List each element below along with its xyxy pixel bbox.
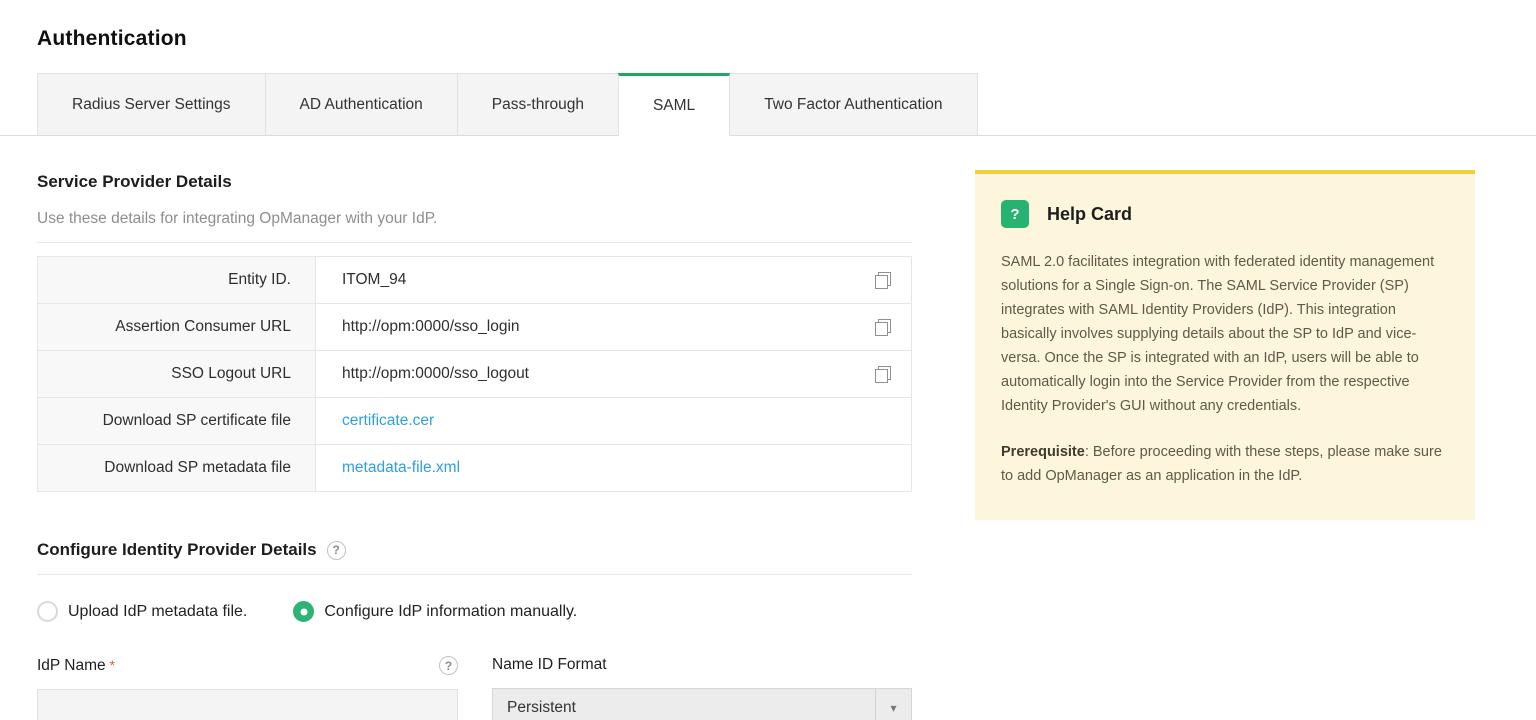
tab-saml[interactable]: SAML	[617, 73, 731, 136]
sp-details-subtitle: Use these details for integrating OpMana…	[37, 210, 438, 227]
configure-idp-manually-option[interactable]: Configure IdP information manually.	[293, 601, 577, 622]
idp-mode-radio-group: Upload IdP metadata file. Configure IdP …	[37, 601, 912, 622]
name-id-format-label: Name ID Format	[492, 656, 607, 673]
tab-label: Pass-through	[491, 95, 584, 113]
metadata-download-link[interactable]: metadata-file.xml	[342, 459, 460, 477]
idp-name-input[interactable]	[37, 689, 458, 720]
prerequisite-label: Prerequisite	[1001, 444, 1085, 460]
assertion-consumer-url-value: http://opm:0000/sso_login	[342, 318, 520, 335]
help-icon[interactable]: ?	[439, 656, 458, 675]
upload-idp-metadata-label: Upload IdP metadata file.	[68, 602, 248, 620]
table-row-sp-certificate: Download SP certificate file certificate…	[38, 398, 911, 445]
tab-pass-through[interactable]: Pass-through	[456, 73, 618, 135]
chevron-down-icon[interactable]: ▾	[875, 689, 911, 720]
table-row-entity-id: Entity ID. ITOM_94	[38, 257, 911, 304]
sp-details-title-text: Service Provider Details	[37, 172, 232, 191]
tab-bar: Radius Server Settings AD Authentication…	[0, 73, 1536, 136]
copy-icon[interactable]	[875, 271, 891, 289]
tab-two-factor-authentication[interactable]: Two Factor Authentication	[730, 73, 978, 135]
idp-form: IdP Name * ? Name ID Format Persistent ▾	[37, 656, 912, 720]
main-panel: Service Provider Details Use these detai…	[37, 136, 912, 720]
tab-label: Radius Server Settings	[72, 95, 231, 113]
required-marker: *	[109, 656, 116, 673]
name-id-format-value: Persistent	[507, 699, 576, 716]
help-icon[interactable]: ?	[326, 540, 346, 560]
help-card-icon: ?	[1001, 200, 1029, 228]
tab-label: AD Authentication	[299, 95, 423, 113]
page-title: Authentication	[37, 27, 187, 50]
name-id-format-select[interactable]: Persistent ▾	[492, 688, 912, 720]
assertion-consumer-url-label: Assertion Consumer URL	[38, 304, 316, 350]
help-card-title: Help Card	[1047, 203, 1133, 224]
sp-details-title: Service Provider Details	[37, 172, 912, 192]
idp-name-label: IdP Name *	[37, 656, 116, 674]
table-row-assertion-consumer-url: Assertion Consumer URL http://opm:0000/s…	[38, 304, 911, 351]
sp-certificate-label: Download SP certificate file	[38, 398, 316, 444]
tab-ad-authentication[interactable]: AD Authentication	[264, 73, 457, 135]
radio-unselected-icon[interactable]	[37, 601, 58, 622]
configure-idp-title: Configure Identity Provider Details ?	[37, 540, 912, 560]
sso-logout-url-label: SSO Logout URL	[38, 351, 316, 397]
table-row-sso-logout-url: SSO Logout URL http://opm:0000/sso_logou…	[38, 351, 911, 398]
configure-idp-title-text: Configure Identity Provider Details	[37, 540, 317, 559]
divider	[37, 574, 912, 575]
sso-logout-url-value: http://opm:0000/sso_logout	[342, 365, 529, 382]
certificate-download-link[interactable]: certificate.cer	[342, 412, 434, 430]
radio-selected-icon[interactable]	[293, 601, 315, 622]
upload-idp-metadata-option[interactable]: Upload IdP metadata file.	[37, 601, 247, 622]
copy-icon[interactable]	[875, 365, 891, 383]
entity-id-value: ITOM_94	[342, 271, 407, 288]
help-card: ? Help Card SAML 2.0 facilitates integra…	[975, 170, 1475, 520]
divider	[37, 242, 912, 243]
configure-idp-manually-label: Configure IdP information manually.	[324, 602, 578, 620]
tab-radius-server-settings[interactable]: Radius Server Settings	[37, 73, 265, 135]
copy-icon[interactable]	[875, 318, 891, 336]
sp-metadata-label: Download SP metadata file	[38, 445, 316, 491]
service-provider-table: Entity ID. ITOM_94 Assertion Consumer UR…	[37, 256, 912, 492]
help-card-prerequisite: Prerequisite: Before proceeding with the…	[1001, 440, 1449, 488]
table-row-sp-metadata: Download SP metadata file metadata-file.…	[38, 445, 911, 491]
tab-label: Two Factor Authentication	[764, 95, 943, 113]
tab-label: SAML	[652, 97, 696, 114]
entity-id-label: Entity ID.	[38, 257, 316, 303]
help-card-body: SAML 2.0 facilitates integration with fe…	[1001, 254, 1435, 414]
